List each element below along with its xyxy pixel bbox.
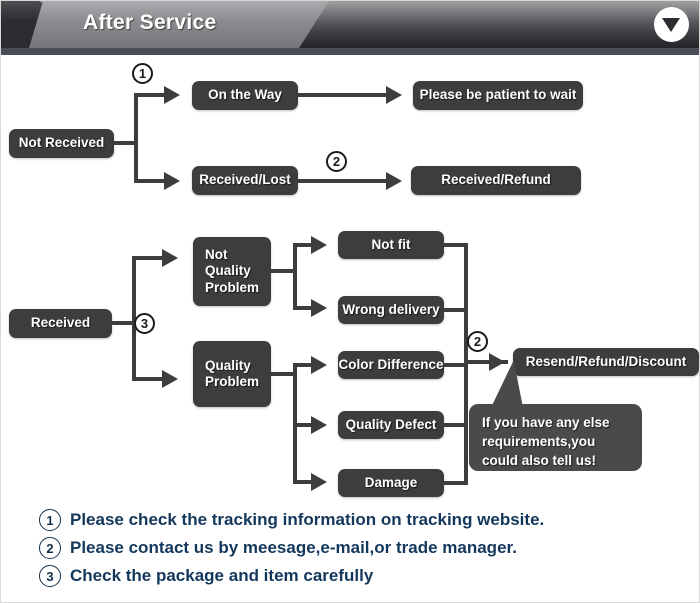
- connector-not-received-trunk: [134, 93, 138, 183]
- connector-on-the-way-to-wait: [298, 93, 391, 97]
- node-label: Not Received: [18, 135, 105, 151]
- node-label: Not fit: [371, 236, 411, 252]
- page-header-banner: After Service: [1, 1, 699, 48]
- node-label: Quality Defect: [345, 416, 437, 432]
- node-resend-refund-discount[interactable]: Resend/Refund/Discount: [513, 348, 699, 376]
- note-text: Please contact us by meesage,e-mail,or t…: [70, 538, 517, 557]
- note-number-badge: 3: [39, 565, 61, 587]
- connector-to-quality-defect: [293, 423, 313, 427]
- node-label: Please be patient to wait: [419, 87, 577, 103]
- node-label: Color Difference: [338, 356, 444, 372]
- note-number-badge: 2: [39, 537, 61, 559]
- step-marker-3-check-package: 3: [134, 313, 155, 334]
- node-label: Damage: [364, 474, 418, 490]
- node-not-quality-problem[interactable]: Not Quality Problem: [193, 237, 271, 306]
- step-marker-2-outcome: 2: [467, 331, 488, 352]
- node-label: Not Quality Problem: [205, 246, 260, 295]
- speech-bubble-text: If you have any else requirements,you co…: [482, 415, 610, 469]
- node-not-fit[interactable]: Not fit: [338, 231, 444, 259]
- step-marker-label: 1: [138, 66, 147, 81]
- note-item: 2 Please contact us by meesage,e-mail,or…: [39, 534, 679, 562]
- step-marker-label: 2: [473, 334, 482, 349]
- note-text: Please check the tracking information on…: [70, 510, 545, 529]
- note-number-badge: 1: [39, 509, 61, 531]
- node-received[interactable]: Received: [9, 309, 112, 338]
- connector-to-color-difference: [293, 363, 313, 367]
- connector-merge-bus: [464, 243, 468, 485]
- speech-bubble-extra-requirements: If you have any else requirements,you co…: [469, 404, 642, 471]
- arrow-to-wrong-delivery: [311, 299, 327, 317]
- arrow-to-not-quality-problem: [162, 249, 178, 267]
- arrow-to-quality-problem: [162, 370, 178, 388]
- connector-to-not-quality-problem: [132, 256, 164, 260]
- connector-qp-stub: [271, 372, 295, 376]
- step-marker-2-contact-us: 2: [326, 151, 347, 172]
- note-item: 3 Check the package and item carefully: [39, 562, 679, 590]
- node-received-lost[interactable]: Received/Lost: [192, 166, 298, 195]
- node-quality-problem[interactable]: Quality Problem: [193, 341, 271, 407]
- after-service-infographic: After Service Not Received 1 On the Way …: [0, 0, 700, 603]
- arrow-to-please-be-patient: [386, 86, 402, 104]
- arrow-to-damage: [311, 473, 327, 491]
- connector-received-lost-to-refund: [298, 179, 391, 183]
- page-title: After Service: [83, 11, 217, 34]
- connector-to-damage: [293, 480, 313, 484]
- header-divider: [1, 48, 699, 55]
- node-damage[interactable]: Damage: [338, 469, 444, 497]
- chevron-down-triangle-icon: [662, 18, 680, 32]
- connector-nqp-trunk: [293, 243, 297, 310]
- node-quality-defect[interactable]: Quality Defect: [338, 411, 444, 439]
- node-label: Quality Problem: [205, 357, 260, 389]
- note-text: Check the package and item carefully: [70, 566, 374, 585]
- step-marker-label: 2: [332, 154, 341, 169]
- connector-to-received-lost: [134, 179, 166, 183]
- arrow-to-received-lost: [164, 172, 180, 190]
- node-please-be-patient-to-wait[interactable]: Please be patient to wait: [413, 81, 583, 110]
- node-label: Received/Refund: [441, 172, 551, 188]
- node-label: Resend/Refund/Discount: [525, 353, 687, 369]
- arrow-to-not-fit: [311, 236, 327, 254]
- node-not-received[interactable]: Not Received: [9, 129, 114, 158]
- node-label: Received: [30, 315, 91, 331]
- node-received-refund[interactable]: Received/Refund: [411, 166, 581, 195]
- node-color-difference[interactable]: Color Difference: [338, 351, 444, 379]
- arrow-to-color-difference: [311, 356, 327, 374]
- connector-to-on-the-way: [134, 93, 166, 97]
- connector-to-wrong-delivery: [293, 306, 313, 310]
- node-label: Received/Lost: [199, 172, 291, 188]
- node-wrong-delivery[interactable]: Wrong delivery: [338, 296, 444, 324]
- connector-nqp-stub: [271, 269, 295, 273]
- node-label: Wrong delivery: [342, 301, 440, 317]
- note-item: 1 Please check the tracking information …: [39, 506, 679, 534]
- connector-to-not-fit: [293, 243, 313, 247]
- step-marker-1-tracking: 1: [132, 63, 153, 84]
- footer-notes-list: 1 Please check the tracking information …: [39, 506, 679, 590]
- collapse-toggle-button[interactable]: [654, 7, 689, 42]
- arrow-to-on-the-way: [164, 86, 180, 104]
- node-label: On the Way: [208, 87, 282, 103]
- step-marker-label: 3: [140, 316, 149, 331]
- connector-to-quality-problem: [132, 377, 164, 381]
- arrow-to-received-refund: [386, 172, 402, 190]
- node-on-the-way[interactable]: On the Way: [192, 81, 298, 110]
- arrow-to-quality-defect: [311, 416, 327, 434]
